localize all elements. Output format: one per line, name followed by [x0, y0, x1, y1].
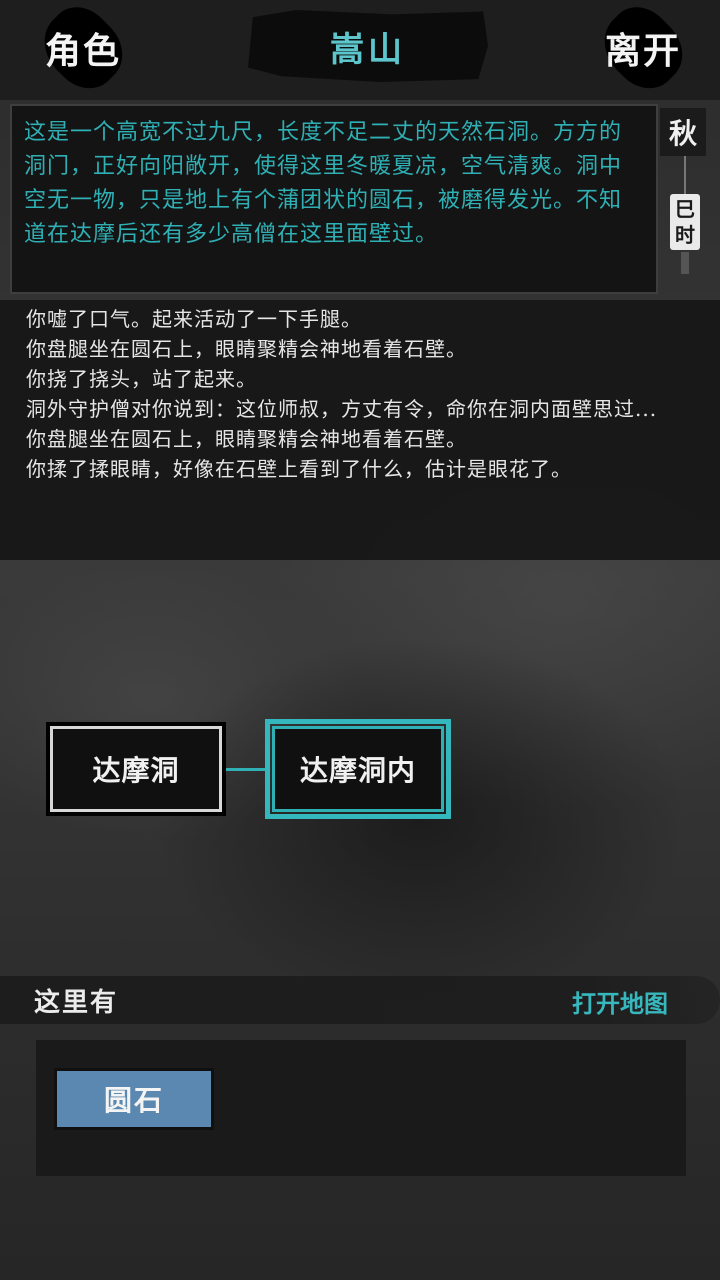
location-description: 这是一个高宽不过九尺，长度不足二丈的天然石洞。方方的洞门，正好向阳敞开，使得这里…	[24, 120, 623, 247]
time-tag: 巳时	[670, 194, 700, 250]
log-line: 你盘腿坐在圆石上，眼睛聚精会神地看着石壁。	[26, 337, 467, 361]
character-button-label: 角色	[44, 30, 121, 72]
item-button-round-stone[interactable]: 圆石	[54, 1068, 214, 1130]
location-title: 嵩山	[330, 29, 406, 70]
season-time-widget: 秋 巳时	[660, 108, 710, 288]
log-line: 你挠了挠头，站了起来。	[26, 367, 257, 391]
location-description-panel: 这是一个高宽不过九尺，长度不足二丈的天然石洞。方方的洞门，正好向阳敞开，使得这里…	[10, 104, 658, 294]
log-line: 你盘腿坐在圆石上，眼睛聚精会神地看着石壁。	[26, 427, 467, 451]
message-log: 你嘘了口气。起来活动了一下手腿。 你盘腿坐在圆石上，眼睛聚精会神地看着石壁。 你…	[0, 300, 720, 560]
location-title-banner: 嵩山	[248, 10, 488, 82]
time-label: 巳时	[675, 197, 695, 247]
tassel	[681, 252, 689, 274]
leave-button-label: 离开	[604, 30, 681, 72]
log-line: 你揉了揉眼睛，好像在石壁上看到了什么，估计是眼花了。	[26, 457, 572, 481]
map-node-label: 达摩洞	[92, 754, 180, 787]
map-node-current[interactable]: 达摩洞内	[265, 719, 451, 819]
here-label: 这里有	[34, 988, 119, 1018]
character-button[interactable]: 角色	[28, 4, 138, 92]
log-line: 洞外守护僧对你说到：这位师叔，方丈有令，命你在洞内面壁思过...	[26, 397, 658, 421]
open-map-link[interactable]: 打开地图	[572, 984, 668, 1019]
hanging-chain	[684, 156, 686, 194]
items-panel: 圆石	[36, 1040, 686, 1176]
season-label: 秋	[660, 108, 706, 156]
map-node-label: 达摩洞内	[299, 754, 416, 787]
log-line: 你嘘了口气。起来活动了一下手腿。	[26, 307, 362, 331]
map-connector	[226, 768, 268, 771]
item-label: 圆石	[103, 1084, 164, 1117]
here-bar: 这里有 打开地图	[0, 976, 720, 1024]
leave-button[interactable]: 离开	[588, 4, 698, 92]
map-node-damo-cave[interactable]: 达摩洞	[46, 722, 226, 816]
